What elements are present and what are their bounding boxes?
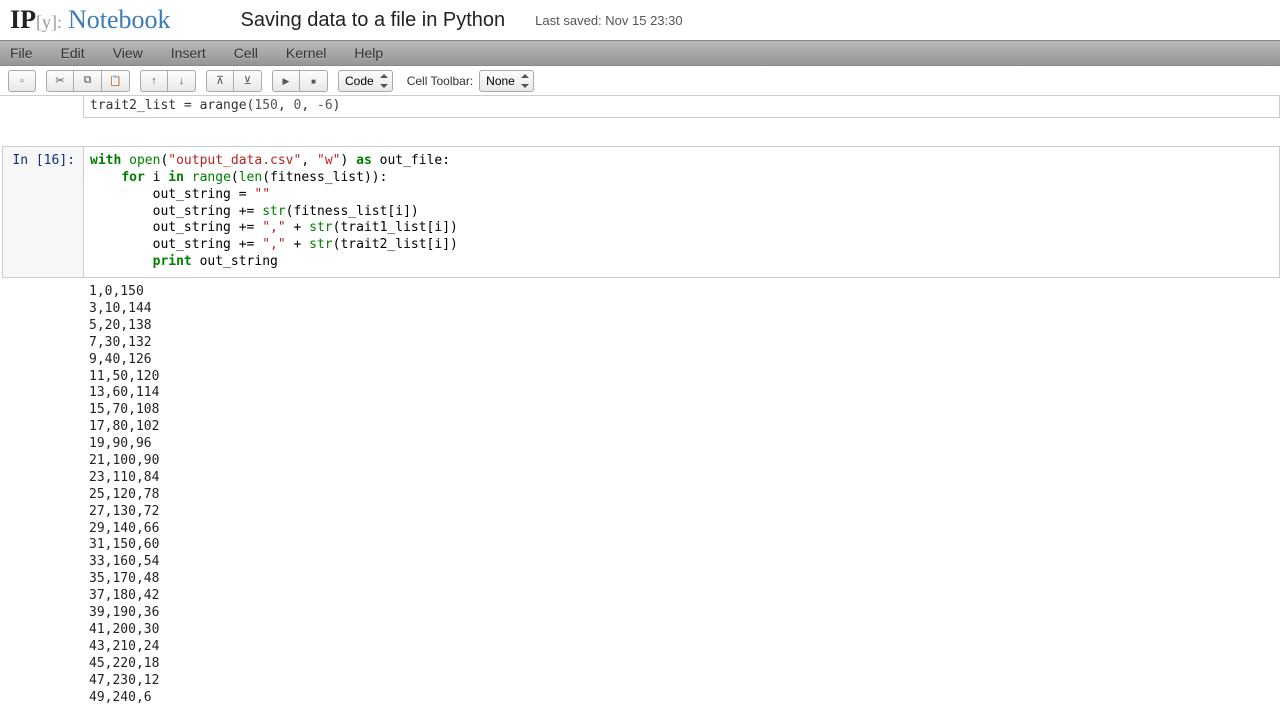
- logo-notebook: Notebook: [68, 5, 171, 35]
- header: IP [y]: Notebook Saving data to a file i…: [0, 0, 1280, 40]
- cell-toolbar-select[interactable]: None: [479, 70, 534, 92]
- cell-type-label: Code: [345, 74, 374, 88]
- menu-help[interactable]: Help: [354, 45, 383, 61]
- save-icon: [20, 75, 24, 87]
- copy-button[interactable]: [74, 70, 102, 92]
- last-saved: Last saved: Nov 15 23:30: [535, 13, 682, 28]
- stop-icon: [311, 75, 316, 87]
- previous-cell-fragment[interactable]: trait2_list = arange(150, 0, -6): [83, 96, 1280, 118]
- run-button[interactable]: [272, 70, 300, 92]
- cell-type-select[interactable]: Code: [338, 70, 393, 92]
- insert-below-button[interactable]: [234, 70, 262, 92]
- notebook-title[interactable]: Saving data to a file in Python: [241, 9, 506, 32]
- insert-above-button[interactable]: [206, 70, 234, 92]
- move-up-button[interactable]: [140, 70, 168, 92]
- code-editor[interactable]: with open("output_data.csv", "w") as out…: [83, 147, 1279, 277]
- insert-below-icon: [243, 74, 251, 87]
- cell-output: 1,0,150 3,10,144 5,20,138 7,30,132 9,40,…: [83, 278, 1280, 706]
- toolbar: Code Cell Toolbar: None: [0, 66, 1280, 96]
- menu-view[interactable]: View: [113, 45, 143, 61]
- menu-file[interactable]: File: [10, 45, 33, 61]
- paste-button[interactable]: [102, 70, 130, 92]
- logo-ip: IP: [10, 5, 36, 35]
- menubar: File Edit View Insert Cell Kernel Help: [0, 40, 1280, 66]
- cut-button[interactable]: [46, 70, 74, 92]
- cut-icon: [55, 74, 64, 87]
- cell-toolbar-value: None: [486, 74, 515, 88]
- arrow-up-icon: [151, 75, 157, 87]
- notebook-area: trait2_list = arange(150, 0, -6) In [16]…: [0, 96, 1280, 706]
- insert-above-icon: [216, 74, 224, 87]
- play-icon: [283, 75, 290, 87]
- interrupt-button[interactable]: [300, 70, 328, 92]
- arrow-down-icon: [179, 75, 185, 87]
- menu-edit[interactable]: Edit: [61, 45, 85, 61]
- paste-icon: [109, 75, 121, 87]
- menu-insert[interactable]: Insert: [171, 45, 206, 61]
- cell-toolbar-label: Cell Toolbar:: [407, 74, 473, 88]
- code-cell[interactable]: In [16]: with open("output_data.csv", "w…: [2, 146, 1280, 278]
- input-prompt: In [16]:: [3, 147, 83, 277]
- menu-cell[interactable]: Cell: [234, 45, 258, 61]
- menu-kernel[interactable]: Kernel: [286, 45, 326, 61]
- save-button[interactable]: [8, 70, 36, 92]
- logo-y: [y]:: [36, 12, 62, 33]
- move-down-button[interactable]: [168, 70, 196, 92]
- copy-icon: [84, 74, 92, 87]
- logo: IP [y]: Notebook: [10, 5, 171, 35]
